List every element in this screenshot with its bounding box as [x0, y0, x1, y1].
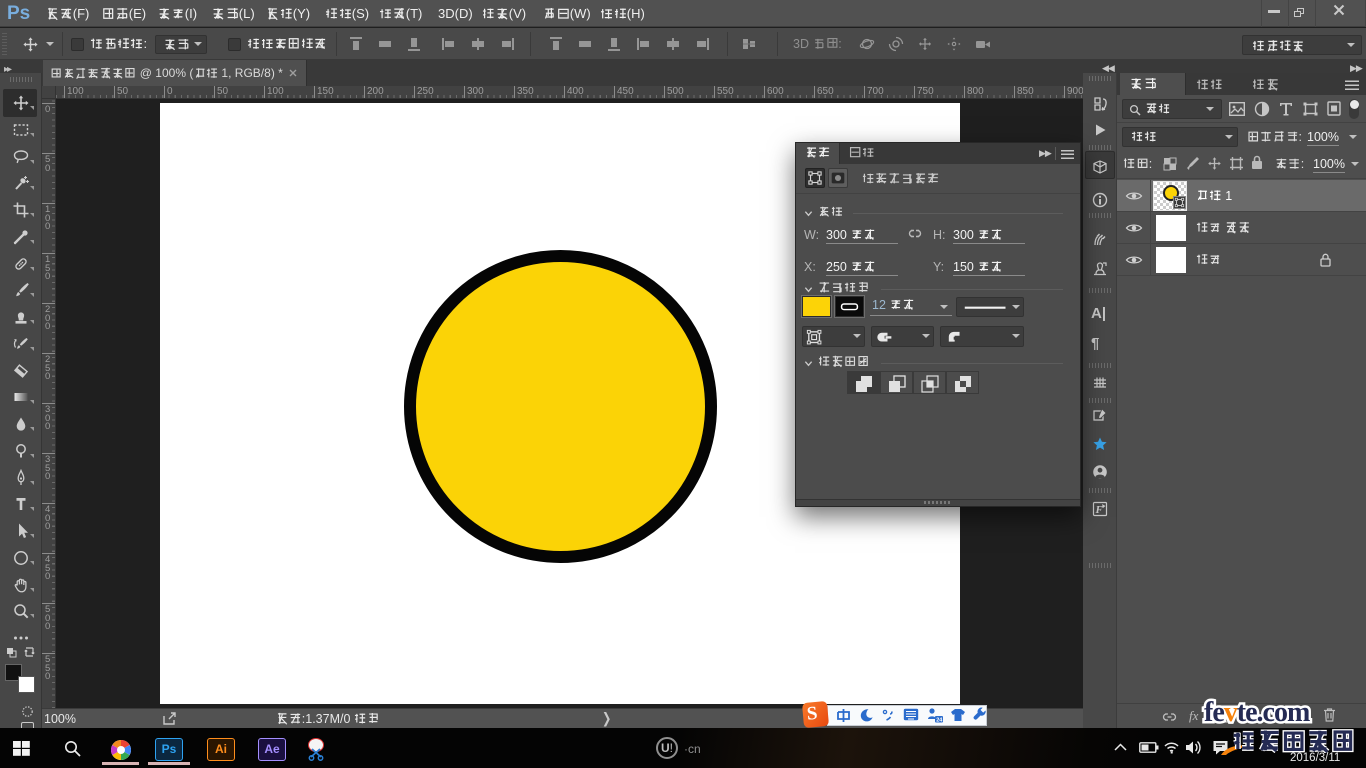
- svg-text:F: F: [1095, 504, 1104, 516]
- svg-text:24: 24: [936, 718, 943, 724]
